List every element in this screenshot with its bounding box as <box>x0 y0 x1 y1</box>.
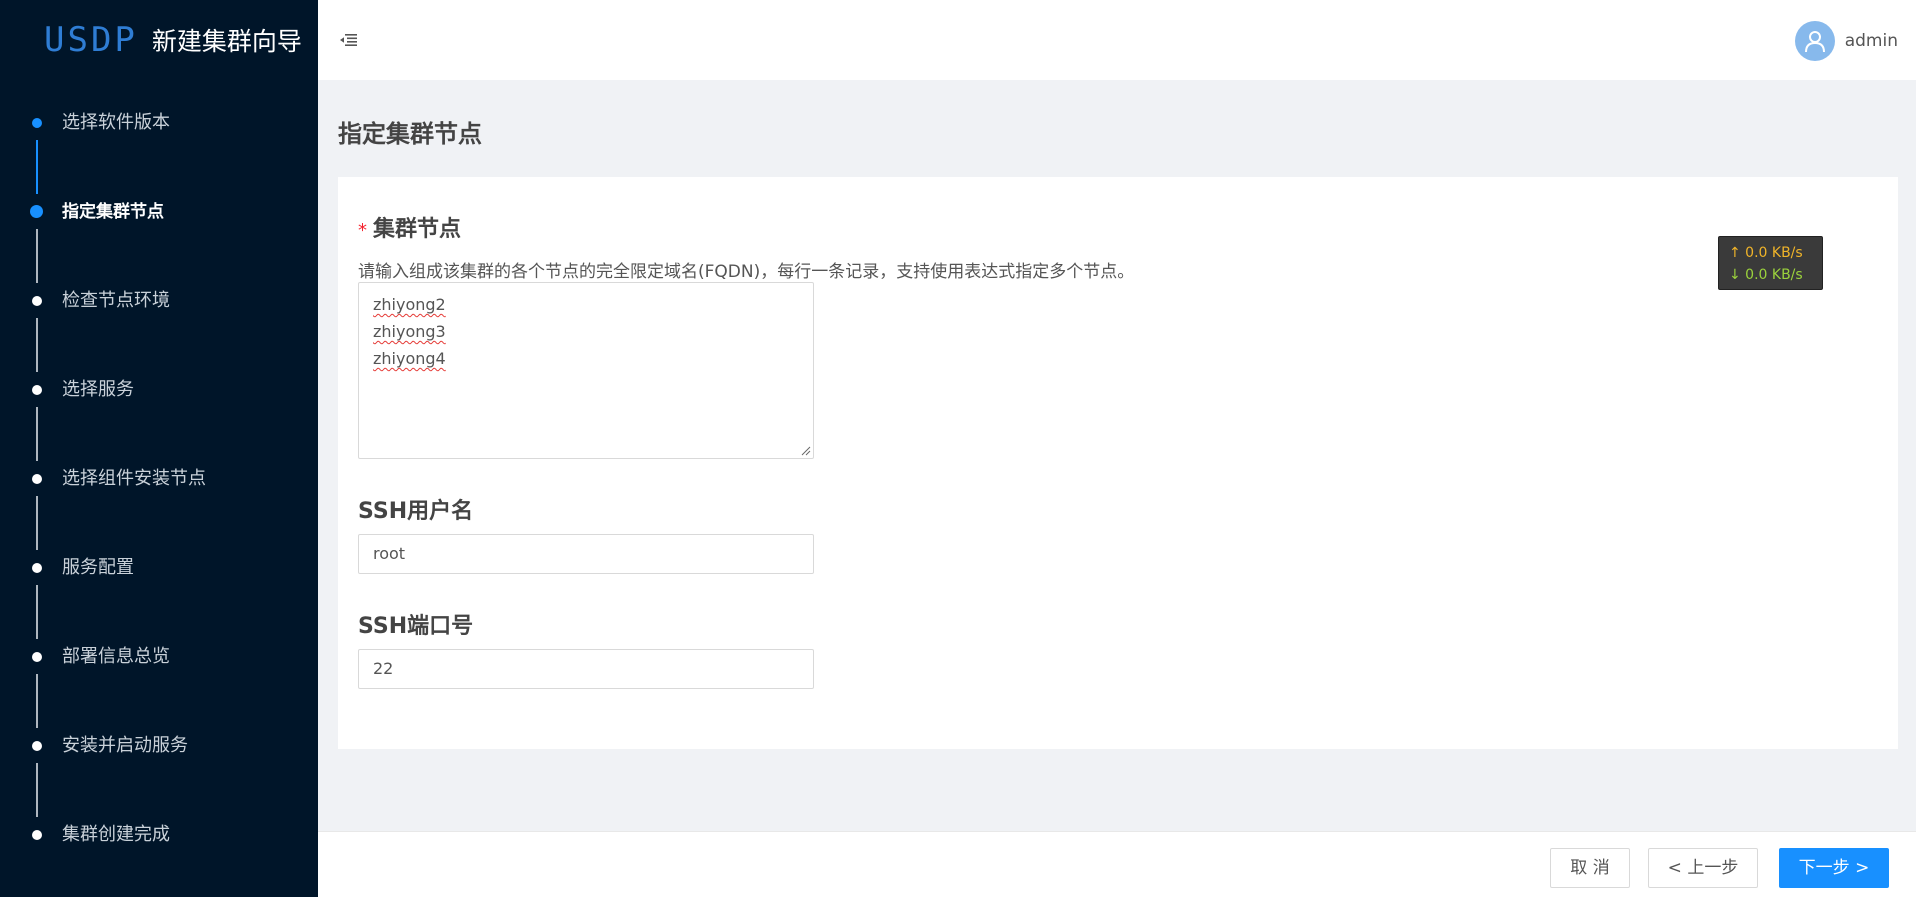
step-select-component-nodes: 选择组件安装节点 <box>0 461 318 550</box>
step-dot <box>32 296 42 306</box>
cluster-nodes-label-text: 集群节点 <box>373 217 462 242</box>
upload-speed: ↑ 0.0 KB/s <box>1729 245 1803 261</box>
download-speed: ↓ 0.0 KB/s <box>1729 267 1803 283</box>
step-connector <box>36 229 38 283</box>
page-title: 指定集群节点 <box>338 120 482 148</box>
prev-step-button[interactable]: < 上一步 <box>1648 848 1758 888</box>
step-dot <box>32 652 42 662</box>
brand-title: 新建集群向导 <box>151 27 302 56</box>
step-dot <box>32 830 42 840</box>
step-service-config: 服务配置 <box>0 550 318 639</box>
brand: USDP 新建集群向导 <box>0 0 318 80</box>
user-menu[interactable]: admin <box>1794 21 1898 61</box>
step-select-services: 选择服务 <box>0 372 318 461</box>
top-header: admin <box>318 0 1916 80</box>
step-label: 安装并启动服务 <box>62 735 188 756</box>
cluster-nodes-help: 请输入组成该集群的各个节点的完全限定域名(FQDN)，每行一条记录，支持使用表达… <box>358 262 1135 282</box>
step-label: 选择组件安装节点 <box>62 468 206 489</box>
step-dot <box>32 385 42 395</box>
step-specify-nodes: 指定集群节点 <box>0 194 318 283</box>
cluster-nodes-textarea[interactable]: zhiyong2 zhiyong3 zhiyong4 <box>358 282 814 459</box>
step-cluster-complete: 集群创建完成 <box>0 817 318 897</box>
user-name[interactable]: admin <box>1845 31 1898 51</box>
cluster-nodes-label: * 集群节点 <box>358 211 461 243</box>
step-label: 选择软件版本 <box>62 112 170 133</box>
step-label: 集群创建完成 <box>62 824 170 845</box>
node-line: zhiyong4 <box>373 349 446 368</box>
step-label: 服务配置 <box>62 557 134 578</box>
resize-grip-icon[interactable] <box>801 446 811 456</box>
footer-bar: 取 消 < 上一步 下一步 > <box>318 831 1916 897</box>
brand-logo: USDP <box>44 20 138 60</box>
step-connector <box>36 585 38 639</box>
next-step-button[interactable]: 下一步 > <box>1779 848 1889 888</box>
cancel-button[interactable]: 取 消 <box>1550 848 1630 888</box>
step-connector <box>36 674 38 728</box>
step-connector <box>36 140 38 194</box>
step-dot <box>32 563 42 573</box>
step-dot <box>32 474 42 484</box>
step-connector <box>36 496 38 550</box>
netspeed-widget: ↑ 0.0 KB/s ↓ 0.0 KB/s <box>1718 236 1823 290</box>
ssh-port-input[interactable]: 22 <box>358 649 814 689</box>
step-connector <box>36 318 38 372</box>
step-connector <box>36 763 38 817</box>
node-line: zhiyong2 <box>373 295 446 314</box>
step-install-start: 安装并启动服务 <box>0 728 318 817</box>
ssh-user-label: SSH用户名 <box>358 499 474 524</box>
ssh-user-input[interactable]: root <box>358 534 814 574</box>
required-mark: * <box>358 220 367 241</box>
wizard-steps: 选择软件版本 指定集群节点 检查节点环境 选择服务 选择组件安装节点 服务配置 <box>0 105 318 897</box>
step-deploy-overview: 部署信息总览 <box>0 639 318 728</box>
step-label: 部署信息总览 <box>62 646 170 667</box>
form-card: * 集群节点 请输入组成该集群的各个节点的完全限定域名(FQDN)，每行一条记录，… <box>338 177 1898 749</box>
ssh-port-label: SSH端口号 <box>358 614 474 639</box>
sidebar: USDP 新建集群向导 选择软件版本 指定集群节点 检查节点环境 选择服务 选择… <box>0 0 318 897</box>
step-connector <box>36 407 38 461</box>
step-select-version: 选择软件版本 <box>0 105 318 194</box>
step-dot <box>32 741 42 751</box>
node-line: zhiyong3 <box>373 322 446 341</box>
step-label: 检查节点环境 <box>62 290 170 311</box>
step-check-env: 检查节点环境 <box>0 283 318 372</box>
step-label: 指定集群节点 <box>62 202 164 222</box>
menu-fold-icon[interactable] <box>338 30 358 50</box>
step-label: 选择服务 <box>62 379 134 400</box>
step-dot <box>30 205 43 218</box>
step-dot <box>32 118 42 128</box>
user-avatar-icon[interactable] <box>1794 21 1835 61</box>
